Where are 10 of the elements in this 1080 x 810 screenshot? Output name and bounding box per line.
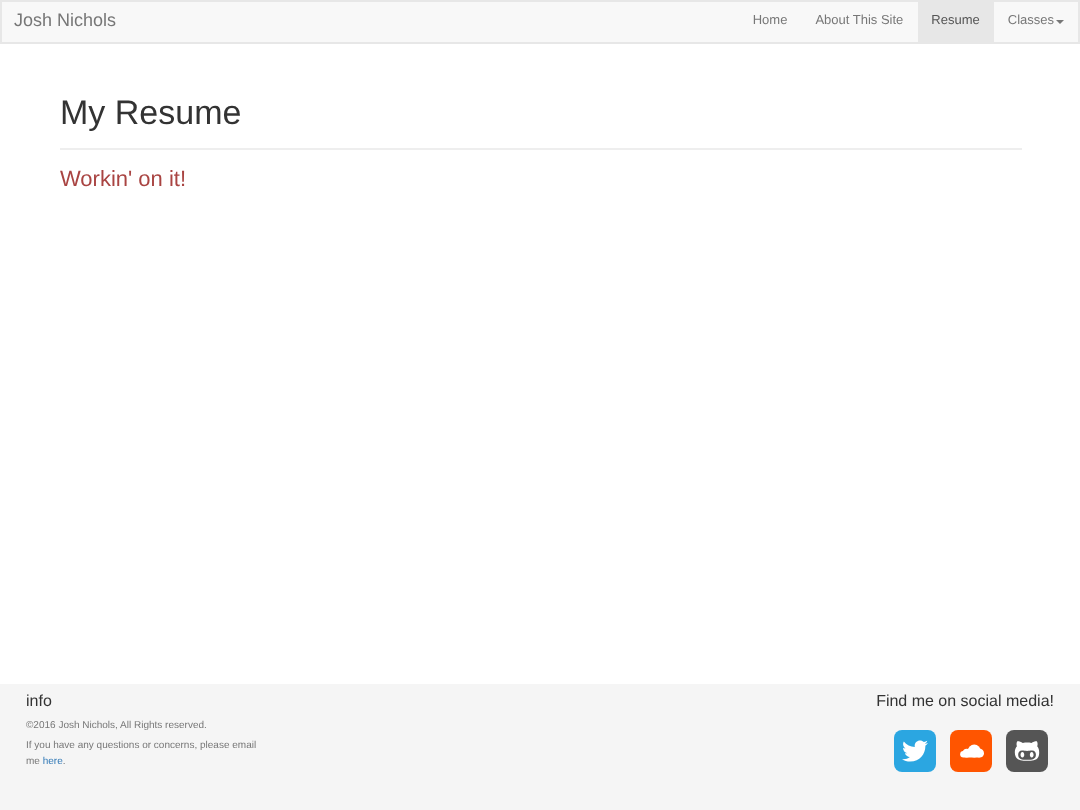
subtitle: Workin' on it! — [60, 166, 189, 197]
brand-link[interactable]: Josh Nichols — [2, 8, 117, 36]
cat-icon — [1014, 738, 1040, 764]
page-title: My Resume — [60, 92, 244, 135]
social-heading: Find me on social media! — [876, 690, 1054, 714]
footer-heading: info — [26, 690, 54, 714]
social-link[interactable] — [950, 730, 992, 772]
bird-icon — [902, 738, 928, 764]
caret-icon — [1056, 20, 1064, 24]
social-link[interactable] — [1006, 730, 1048, 772]
